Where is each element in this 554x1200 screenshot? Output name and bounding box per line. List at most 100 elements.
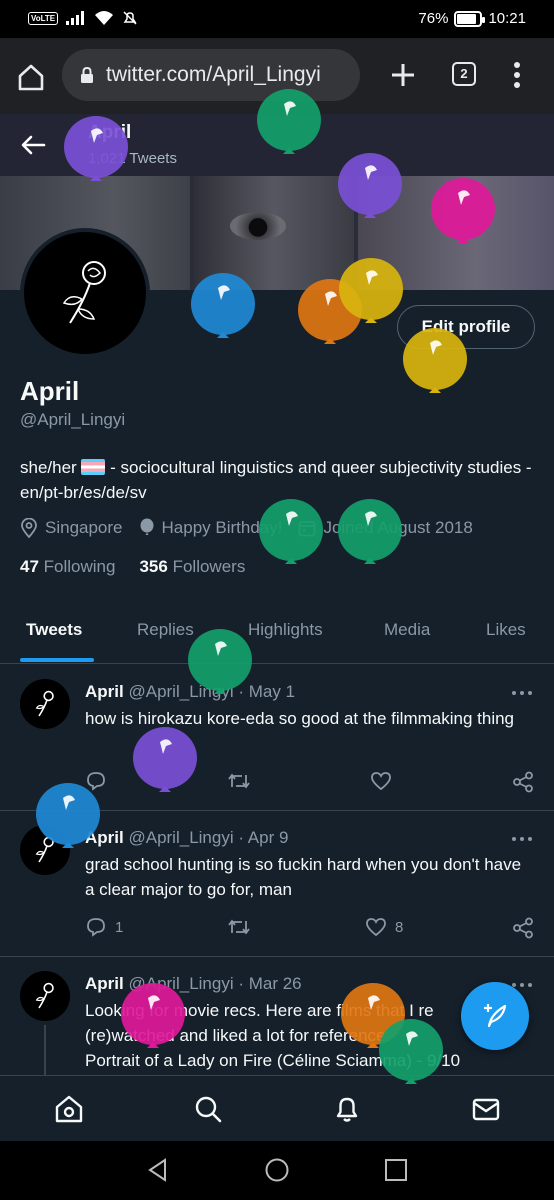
- profile-birthday: Happy Birthday!: [161, 518, 283, 537]
- retweet-button[interactable]: [227, 917, 251, 937]
- tab-replies[interactable]: Replies: [137, 620, 194, 640]
- rose-icon: [35, 690, 54, 717]
- tab-highlights[interactable]: Highlights: [248, 620, 323, 640]
- retweet-icon: [228, 919, 250, 935]
- status-bar: VoLTE 76% 10:21: [0, 0, 554, 38]
- followers-label: Followers: [172, 557, 246, 576]
- tweet-avatar[interactable]: [20, 825, 70, 875]
- signal-icon: [66, 11, 85, 25]
- more-options-icon[interactable]: [510, 689, 534, 697]
- compose-tweet-button[interactable]: [461, 982, 529, 1050]
- calendar-icon: [299, 521, 316, 537]
- mail-icon[interactable]: [471, 1094, 501, 1124]
- following-count: 47: [20, 557, 39, 576]
- more-options-icon[interactable]: [510, 835, 534, 843]
- tweet-header: April @April_Lingyi · Apr 9: [85, 828, 288, 848]
- battery-percent: 76%: [418, 10, 449, 27]
- trans-flag-icon: [81, 459, 106, 475]
- profile-joined: Joined August 2018: [323, 518, 473, 537]
- profile-bio: she/her - sociocultural linguistics and …: [20, 455, 540, 505]
- rose-icon: [35, 982, 54, 1009]
- profile-meta: Singapore Happy Birthday! Joined August …: [20, 518, 473, 538]
- profile-display-name: April: [20, 376, 80, 406]
- tweet-author: April: [85, 828, 124, 847]
- like-button[interactable]: [370, 771, 400, 791]
- tweet-meta: @April_Lingyi · Apr 9: [128, 828, 289, 847]
- bell-icon[interactable]: [332, 1094, 362, 1124]
- tweet-text-line: Looking for movie recs. Here are films t…: [85, 1001, 434, 1020]
- like-count: 8: [395, 918, 404, 936]
- active-tab-indicator: [20, 658, 94, 662]
- url-bar[interactable]: twitter.com/April_Lingyi: [62, 49, 360, 101]
- search-icon[interactable]: [193, 1094, 223, 1124]
- compose-icon: [484, 1004, 507, 1028]
- share-icon: [513, 771, 533, 793]
- profile-location: Singapore: [45, 518, 123, 537]
- tab-media[interactable]: Media: [384, 620, 430, 640]
- tweet-header: April @April_Lingyi · Mar 26: [85, 974, 302, 994]
- browser-toolbar: twitter.com/April_Lingyi 2: [0, 38, 554, 114]
- tweet-text: how is hirokazu kore-eda so good at the …: [85, 709, 515, 728]
- heart-icon: [366, 918, 386, 937]
- header-name: April: [88, 122, 132, 143]
- like-button[interactable]: 8: [365, 917, 403, 937]
- browser-home-icon[interactable]: [16, 62, 46, 92]
- tweet-author: April: [85, 682, 124, 701]
- retweet-button[interactable]: [227, 771, 251, 791]
- system-back-icon[interactable]: [145, 1157, 171, 1183]
- reply-icon: [87, 772, 105, 791]
- profile-handle: @April_Lingyi: [20, 410, 126, 429]
- bio-pronouns: she/her: [20, 458, 77, 477]
- following-link[interactable]: 47 Following: [20, 557, 115, 577]
- kebab-menu-icon[interactable]: [510, 60, 524, 90]
- reply-icon: [87, 918, 105, 937]
- tweet-actions: 1 8: [85, 917, 535, 941]
- lock-icon: [81, 66, 93, 83]
- profile-avatar[interactable]: [20, 228, 150, 358]
- tweet[interactable]: April @April_Lingyi · May 1 how is hirok…: [0, 665, 554, 811]
- tweet[interactable]: April @April_Lingyi · Apr 9 grad school …: [0, 811, 554, 957]
- profile-tabs: Tweets Replies Highlights Media Likes: [0, 606, 554, 664]
- tweet-header: April @April_Lingyi · May 1: [85, 682, 295, 702]
- tab-tweets[interactable]: Tweets: [26, 620, 82, 640]
- reply-count: 1: [115, 918, 124, 936]
- tweet-text-line: Portrait of a Lady on Fire (Céline Sciam…: [85, 1051, 461, 1070]
- tab-switcher-button[interactable]: 2: [452, 62, 476, 86]
- tweet-actions: [85, 771, 535, 795]
- tweet-avatar[interactable]: [20, 971, 70, 1021]
- rose-icon: [62, 261, 106, 324]
- followers-link[interactable]: 356 Followers: [139, 557, 245, 577]
- new-tab-icon[interactable]: [386, 58, 420, 92]
- tweet-meta: @April_Lingyi · Mar 26: [128, 974, 302, 993]
- home-icon[interactable]: [54, 1094, 84, 1124]
- bottom-navigation: [0, 1075, 554, 1141]
- system-recents-icon[interactable]: [383, 1157, 409, 1183]
- share-button[interactable]: [512, 917, 534, 939]
- header-tweet-count: 1,021 Tweets: [88, 150, 177, 167]
- system-navigation: [0, 1141, 554, 1200]
- share-icon: [513, 917, 533, 939]
- edit-profile-button[interactable]: Edit profile: [397, 305, 535, 349]
- share-button[interactable]: [512, 771, 534, 793]
- rose-icon: [35, 836, 54, 863]
- reply-button[interactable]: 1: [85, 917, 123, 937]
- tweet-author: April: [85, 974, 124, 993]
- tweet-avatar[interactable]: [20, 679, 70, 729]
- location-pin-icon: [21, 518, 37, 538]
- clock: 10:21: [488, 10, 526, 27]
- heart-icon: [371, 772, 391, 791]
- tab-likes[interactable]: Likes: [486, 620, 526, 640]
- thread-line: [44, 1025, 46, 1075]
- volte-badge: VoLTE: [28, 11, 59, 25]
- reply-button[interactable]: [85, 771, 115, 791]
- tweet-meta: @April_Lingyi · May 1: [128, 682, 296, 701]
- retweet-icon: [228, 773, 250, 789]
- following-label: Following: [43, 557, 116, 576]
- tweet-text: grad school hunting is so fuckin hard wh…: [85, 855, 522, 899]
- balloon-icon: [140, 518, 154, 535]
- follow-stats: 47 Following 356 Followers: [20, 557, 245, 577]
- tweet-text-line: (re)watched and liked a lot for referenc…: [85, 1026, 391, 1045]
- back-arrow-icon[interactable]: [18, 130, 48, 160]
- url-text: twitter.com/April_Lingyi: [106, 63, 321, 86]
- system-home-icon[interactable]: [264, 1157, 290, 1183]
